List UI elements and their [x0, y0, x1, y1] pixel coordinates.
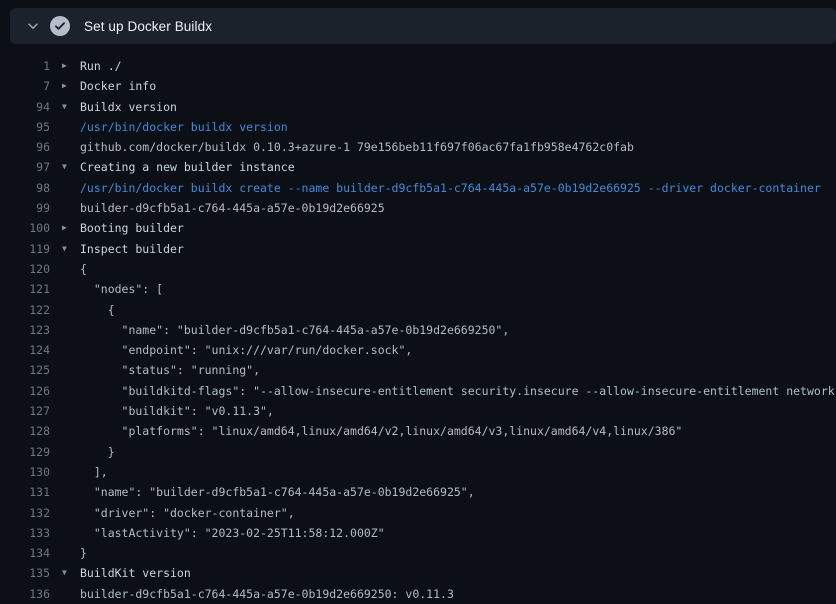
output-text: { [80, 259, 87, 279]
log-line: 125 "status": "running", [0, 360, 836, 380]
log-line: 121 "nodes": [ [0, 279, 836, 299]
line-number[interactable]: 95 [0, 117, 50, 137]
output-text: "endpoint": "unix:///var/run/docker.sock… [80, 340, 412, 360]
output-text: github.com/docker/buildx 0.10.3+azure-1 … [80, 137, 634, 157]
line-number[interactable]: 98 [0, 178, 50, 198]
line-number[interactable]: 122 [0, 300, 50, 320]
output-text: } [80, 442, 115, 462]
log-group-row[interactable]: 1 ▶Run ./ [0, 56, 836, 76]
log-line: 131 "name": "builder-d9cfb5a1-c764-445a-… [0, 482, 836, 502]
line-number[interactable]: 129 [0, 442, 50, 462]
output-text: "nodes": [ [80, 279, 163, 299]
output-text: builder-d9cfb5a1-c764-445a-a57e-0b19d2e6… [80, 584, 454, 604]
line-number[interactable]: 127 [0, 401, 50, 421]
check-circle-icon [50, 16, 70, 36]
line-number[interactable]: 121 [0, 279, 50, 299]
log-line: 95/usr/bin/docker buildx version [0, 117, 836, 137]
line-number[interactable]: 125 [0, 360, 50, 380]
line-number[interactable]: 131 [0, 482, 50, 502]
log-line: 120 { [0, 259, 836, 279]
log-line: 98/usr/bin/docker buildx create --name b… [0, 178, 836, 198]
line-number[interactable]: 7 [0, 76, 50, 96]
line-number[interactable]: 94 [0, 97, 50, 117]
log-line: 122 { [0, 300, 836, 320]
line-number[interactable]: 96 [0, 137, 50, 157]
line-number[interactable]: 126 [0, 381, 50, 401]
command-text: /usr/bin/docker buildx version [80, 117, 288, 137]
line-number[interactable]: 135 [0, 563, 50, 583]
output-text: } [80, 543, 87, 563]
log-body: 1▶Run ./7▶Docker info94▼Buildx version95… [0, 56, 836, 604]
group-title: Booting builder [80, 218, 184, 238]
triangle-collapsed-icon: ▶ [62, 56, 80, 76]
output-text: builder-d9cfb5a1-c764-445a-a57e-0b19d2e6… [80, 198, 385, 218]
log-line: 124 "endpoint": "unix:///var/run/docker.… [0, 340, 836, 360]
log-group-row[interactable]: 94 ▼Buildx version [0, 97, 836, 117]
log-line: 130 ], [0, 462, 836, 482]
line-number[interactable]: 134 [0, 543, 50, 563]
line-number[interactable]: 128 [0, 421, 50, 441]
chevron-down-icon[interactable] [20, 13, 46, 39]
line-number[interactable]: 120 [0, 259, 50, 279]
output-text: "buildkit": "v0.11.3", [80, 401, 274, 421]
log-line: 134} [0, 543, 836, 563]
log-group-row[interactable]: 97 ▼Creating a new builder instance [0, 157, 836, 177]
triangle-expanded-icon: ▼ [62, 157, 80, 177]
output-text: "name": "builder-d9cfb5a1-c764-445a-a57e… [80, 482, 475, 502]
log-line: 99 builder-d9cfb5a1-c764-445a-a57e-0b19d2… [0, 198, 836, 218]
line-number[interactable]: 130 [0, 462, 50, 482]
step-header[interactable]: Set up Docker Buildx [10, 8, 836, 44]
log-line: 126 "buildkitd-flags": "--allow-insecure… [0, 381, 836, 401]
triangle-collapsed-icon: ▶ [62, 76, 80, 96]
output-text: "lastActivity": "2023-02-25T11:58:12.000… [80, 523, 385, 543]
output-text: "driver": "docker-container", [80, 503, 295, 523]
output-text: ], [80, 462, 108, 482]
line-number[interactable]: 97 [0, 157, 50, 177]
triangle-collapsed-icon: ▶ [62, 218, 80, 238]
line-number[interactable]: 99 [0, 198, 50, 218]
line-number[interactable]: 123 [0, 320, 50, 340]
line-number[interactable]: 1 [0, 56, 50, 76]
group-title: Run ./ [80, 56, 122, 76]
group-title: Inspect builder [80, 239, 184, 259]
command-text: /usr/bin/docker buildx create --name bui… [80, 178, 821, 198]
output-text: "buildkitd-flags": "--allow-insecure-ent… [80, 381, 836, 401]
group-title: Creating a new builder instance [80, 157, 295, 177]
log-line: 127 "buildkit": "v0.11.3", [0, 401, 836, 421]
output-text: "status": "running", [80, 360, 260, 380]
triangle-expanded-icon: ▼ [62, 239, 80, 259]
log-group-row[interactable]: 135 ▼BuildKit version [0, 563, 836, 583]
line-number[interactable]: 133 [0, 523, 50, 543]
line-number[interactable]: 124 [0, 340, 50, 360]
line-number[interactable]: 132 [0, 503, 50, 523]
line-number[interactable]: 100 [0, 218, 50, 238]
log-group-row[interactable]: 7 ▶Docker info [0, 76, 836, 96]
log-line: 128 "platforms": "linux/amd64,linux/amd6… [0, 421, 836, 441]
log-group-row[interactable]: 119 ▼Inspect builder [0, 239, 836, 259]
log-line: 136 builder-d9cfb5a1-c764-445a-a57e-0b19d… [0, 584, 836, 604]
output-text: "platforms": "linux/amd64,linux/amd64/v2… [80, 421, 682, 441]
actions-log-viewer: Set up Docker Buildx 1▶Run ./7▶Docker in… [0, 0, 836, 604]
group-title: Docker info [80, 76, 156, 96]
group-title: BuildKit version [80, 563, 191, 583]
line-number[interactable]: 136 [0, 584, 50, 604]
group-title: Buildx version [80, 97, 177, 117]
output-text: "name": "builder-d9cfb5a1-c764-445a-a57e… [80, 320, 509, 340]
triangle-expanded-icon: ▼ [62, 563, 80, 583]
triangle-expanded-icon: ▼ [62, 97, 80, 117]
log-line: 133 "lastActivity": "2023-02-25T11:58:12… [0, 523, 836, 543]
log-line: 123 "name": "builder-d9cfb5a1-c764-445a-… [0, 320, 836, 340]
log-line: 129 } [0, 442, 836, 462]
log-line: 132 "driver": "docker-container", [0, 503, 836, 523]
log-group-row[interactable]: 100 ▶Booting builder [0, 218, 836, 238]
output-text: { [80, 300, 115, 320]
step-title: Set up Docker Buildx [84, 19, 212, 34]
log-line: 96 github.com/docker/buildx 0.10.3+azure-… [0, 137, 836, 157]
line-number[interactable]: 119 [0, 239, 50, 259]
